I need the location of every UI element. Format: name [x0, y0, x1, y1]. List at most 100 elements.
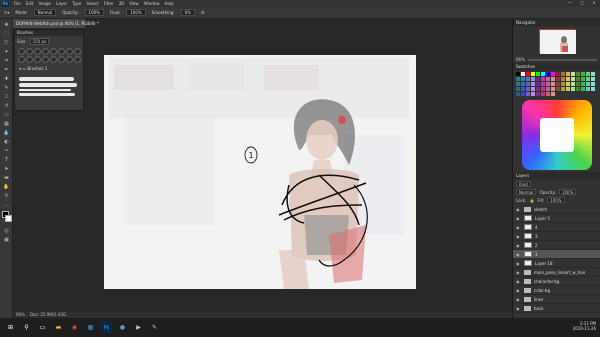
artwork-canvas[interactable]: 1 — [104, 55, 416, 289]
visibility-eye-icon[interactable]: ◉ — [516, 279, 521, 284]
brush-preset[interactable] — [18, 48, 25, 55]
swatch[interactable] — [551, 87, 555, 91]
swatch[interactable] — [536, 72, 540, 76]
brush-tool-icon[interactable]: ✎ — [2, 84, 11, 91]
navigator-zoom-slider[interactable] — [527, 58, 597, 61]
swatch[interactable] — [571, 72, 575, 76]
layer-group-row[interactable]: ◉ sketch — [513, 205, 600, 214]
brush-preset[interactable] — [26, 48, 33, 55]
history-brush-icon[interactable]: ↺ — [2, 102, 11, 109]
swatch[interactable] — [516, 87, 520, 91]
visibility-eye-icon[interactable]: ◉ — [516, 261, 521, 266]
swatch[interactable] — [546, 92, 550, 96]
store-icon[interactable]: ▦ — [85, 322, 96, 333]
background-color[interactable] — [5, 215, 12, 222]
brush-preset[interactable] — [34, 48, 41, 55]
move-tool-icon[interactable]: ✥ — [2, 21, 11, 28]
menu-select[interactable]: Select — [86, 1, 98, 6]
brush-stroke-preview[interactable] — [19, 77, 74, 81]
quick-mask-icon[interactable]: ◎ — [2, 227, 11, 234]
swatch[interactable] — [516, 92, 520, 96]
swatch[interactable] — [571, 82, 575, 86]
maximize-button[interactable]: □ — [576, 0, 588, 5]
swatch[interactable] — [576, 82, 580, 86]
swatch[interactable] — [526, 77, 530, 81]
brush-stroke-preview[interactable] — [19, 93, 75, 96]
notes-app-icon[interactable]: ✎ — [149, 322, 160, 333]
swatch[interactable] — [526, 92, 530, 96]
swatch[interactable] — [556, 87, 560, 91]
visibility-eye-icon[interactable]: ◉ — [516, 225, 521, 230]
path-select-tool-icon[interactable]: ➤ — [2, 165, 11, 172]
brush-preset[interactable] — [66, 56, 73, 63]
layer-group-row[interactable]: ◉ character-bg — [513, 277, 600, 286]
quick-select-tool-icon[interactable]: ✦ — [2, 48, 11, 55]
brush-preset[interactable] — [58, 48, 65, 55]
swatch[interactable] — [581, 72, 585, 76]
navigator-zoom-value[interactable]: 66% — [516, 57, 525, 62]
opacity-field[interactable]: 100% — [84, 9, 104, 16]
swatch[interactable] — [521, 92, 525, 96]
swatch[interactable] — [516, 77, 520, 81]
swatch[interactable] — [546, 87, 550, 91]
swatch[interactable] — [551, 72, 555, 76]
smoothing-field[interactable]: 0% — [180, 9, 196, 16]
brush-preset[interactable] — [42, 48, 49, 55]
navigator-title[interactable]: Navigator — [513, 19, 600, 26]
visibility-eye-icon[interactable]: ◉ — [516, 288, 521, 293]
layer-row[interactable]: ◉ 1 — [513, 250, 600, 259]
brush-preset[interactable] — [58, 56, 65, 63]
file-explorer-icon[interactable]: ▬ — [53, 322, 64, 333]
swatch[interactable] — [531, 82, 535, 86]
swatch[interactable] — [531, 92, 535, 96]
menu-window[interactable]: Window — [144, 1, 160, 6]
visibility-eye-icon[interactable]: ◉ — [516, 252, 521, 257]
type-tool-icon[interactable]: T — [2, 156, 11, 163]
swatch[interactable] — [556, 82, 560, 86]
swatch[interactable] — [576, 77, 580, 81]
visibility-eye-icon[interactable]: ◉ — [516, 243, 521, 248]
more-tools-icon[interactable]: … — [2, 201, 11, 208]
fill-field[interactable]: 100% — [547, 197, 565, 203]
close-button[interactable]: ✕ — [588, 0, 600, 5]
chat-app-icon[interactable]: ● — [117, 322, 128, 333]
stamp-tool-icon[interactable]: ⎍ — [2, 93, 11, 100]
swatch[interactable] — [586, 82, 590, 86]
menu-view[interactable]: View — [129, 1, 139, 6]
swatch[interactable] — [561, 87, 565, 91]
menu-layer[interactable]: Layer — [56, 1, 67, 6]
visibility-eye-icon[interactable]: ◉ — [516, 306, 521, 311]
swatch[interactable] — [591, 72, 595, 76]
menu-3d[interactable]: 3D — [119, 1, 125, 6]
swatch[interactable] — [566, 87, 570, 91]
zoom-status[interactable]: 66% — [16, 312, 25, 317]
layer-row[interactable]: ◉ 2 — [513, 241, 600, 250]
layer-group-row[interactable]: ◉ lines — [513, 295, 600, 304]
swatch[interactable] — [536, 77, 540, 81]
menu-file[interactable]: File — [14, 1, 21, 6]
task-view-icon[interactable]: ▭ — [37, 322, 48, 333]
pen-tool-icon[interactable]: ✑ — [2, 147, 11, 154]
layer-row[interactable]: ◉ Layer 5 — [513, 214, 600, 223]
zoom-tool-icon[interactable]: ⚲ — [2, 192, 11, 199]
layer-group-row[interactable]: ◉ back — [513, 304, 600, 313]
swatch[interactable] — [566, 77, 570, 81]
lock-icon[interactable]: 🔒 — [529, 198, 534, 203]
search-icon[interactable]: ⚲ — [21, 322, 32, 333]
swatch[interactable] — [541, 82, 545, 86]
minimize-button[interactable]: — — [564, 0, 576, 5]
blend-mode-select[interactable]: Normal — [516, 189, 537, 195]
swatch[interactable] — [586, 87, 590, 91]
brush-stroke-preview[interactable] — [19, 89, 71, 91]
swatch[interactable] — [551, 77, 555, 81]
brush-preset[interactable] — [50, 56, 57, 63]
swatch[interactable] — [516, 72, 520, 76]
layer-row[interactable]: ◉ 3 — [513, 232, 600, 241]
photoshop-taskbar-icon[interactable]: Ps — [101, 322, 112, 333]
layer-row[interactable]: ◉ 4 — [513, 223, 600, 232]
brush-preset[interactable] — [74, 48, 81, 55]
visibility-eye-icon[interactable]: ◉ — [516, 270, 521, 275]
lasso-tool-icon[interactable]: ➰ — [2, 39, 11, 46]
visibility-eye-icon[interactable]: ◉ — [516, 297, 521, 302]
brush-folder[interactable]: ▾ ▭ Brushes 1 — [15, 64, 83, 73]
